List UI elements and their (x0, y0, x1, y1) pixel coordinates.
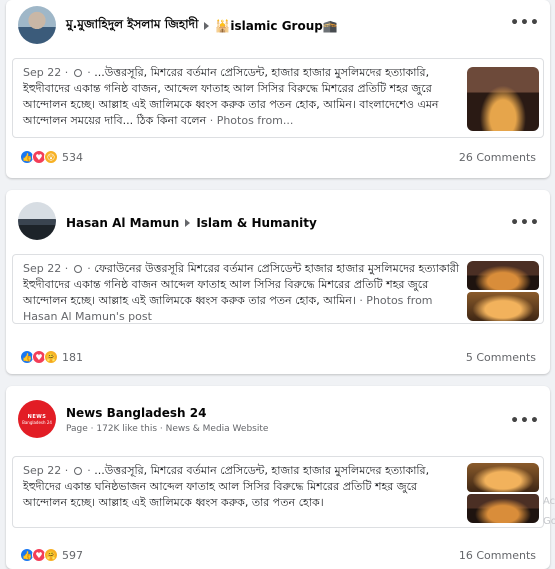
post-date[interactable]: Sep 22 (23, 262, 61, 275)
separator: · (87, 66, 91, 79)
post-text-block: Sep 22 · · ...উত্তরসূরি, মিশরের বর্তমান … (23, 65, 463, 129)
comments-count[interactable]: 5 Comments (466, 351, 536, 364)
reaction-count: 597 (62, 548, 83, 562)
reactions-summary[interactable]: 👍 ♥ 🤗 597 (20, 548, 83, 562)
author-avatar[interactable] (18, 6, 56, 44)
group-name[interactable]: 🕌islamic Group🕋 (215, 19, 337, 33)
care-reaction-icon: 🤗 (44, 350, 58, 364)
more-options-button[interactable]: ••• (510, 410, 539, 432)
post-thumbnail[interactable] (467, 261, 539, 321)
post-card: NEWS Bangladesh 24 News Bangladesh 24 Pa… (6, 386, 550, 569)
comments-count[interactable]: 16 Comments (459, 549, 536, 562)
post-header: মু.মুজাহিদুল ইসলাম জিহাদী 🕌islamic Group… (66, 16, 338, 36)
reaction-count: 181 (62, 350, 83, 364)
photo[interactable] (467, 261, 539, 290)
group-name[interactable]: Islam & Humanity (196, 216, 317, 230)
page-name[interactable]: News Bangladesh 24 (66, 406, 206, 420)
caret-right-icon (185, 219, 191, 227)
globe-icon (73, 265, 82, 273)
separator: · (87, 464, 91, 477)
page-info: Page · 172K like this · News & Media Web… (66, 424, 269, 434)
reaction-count: 534 (62, 150, 83, 164)
wow-reaction-icon: 😮 (44, 150, 58, 164)
care-reaction-icon: 🤗 (44, 548, 58, 562)
globe-icon (73, 467, 82, 475)
side-watermark-text: Ac Go (543, 496, 555, 527)
post-preview[interactable]: Sep 22 · · ...উত্তরসূরি, মিশরের বর্তমান … (12, 58, 544, 138)
more-options-button[interactable]: ••• (510, 12, 539, 34)
post-text-block: Sep 22 · · ফেরাউনের উত্তরসূরি মিশরের বর্… (23, 261, 463, 325)
globe-icon (73, 69, 82, 77)
separator: · (64, 464, 69, 477)
avatar-logo-text: Bangladesh 24 (22, 419, 52, 425)
post-source[interactable]: · Photos from... (210, 114, 294, 127)
reactions-summary[interactable]: 👍 ♥ 😮 534 (20, 150, 83, 164)
post-card: Hasan Al Mamun Islam & Humanity ••• Sep … (6, 190, 550, 374)
post-preview[interactable]: Sep 22 · · ফেরাউনের উত্তরসূরি মিশরের বর্… (12, 254, 544, 324)
author-avatar[interactable] (18, 202, 56, 240)
more-options-button[interactable]: ••• (510, 212, 539, 234)
post-card: মু.মুজাহিদুল ইসলাম জিহাদী 🕌islamic Group… (6, 0, 550, 178)
caret-right-icon (204, 22, 210, 30)
separator: · (64, 66, 69, 79)
separator: · (64, 262, 69, 275)
author-name[interactable]: মু.মুজাহিদুল ইসলাম জিহাদী (66, 16, 198, 36)
post-date[interactable]: Sep 22 (23, 464, 61, 477)
page-avatar[interactable]: NEWS Bangladesh 24 (18, 400, 56, 438)
photo[interactable] (467, 292, 539, 321)
photo[interactable] (467, 494, 539, 523)
comments-count[interactable]: 26 Comments (459, 151, 536, 164)
author-name[interactable]: Hasan Al Mamun (66, 216, 179, 230)
post-thumbnail[interactable] (467, 463, 539, 523)
post-date[interactable]: Sep 22 (23, 66, 61, 79)
post-preview[interactable]: Sep 22 · · ...উত্তরসূরি, মিশরের বর্তমান … (12, 456, 544, 528)
post-text-block: Sep 22 · · ...উত্তরসূরি, মিশরের বর্তমান … (23, 463, 463, 511)
separator: · (87, 262, 91, 275)
post-header: News Bangladesh 24 (66, 406, 206, 420)
reactions-summary[interactable]: 👍 ♥ 🤗 181 (20, 350, 83, 364)
photo[interactable] (467, 463, 539, 492)
post-header: Hasan Al Mamun Islam & Humanity (66, 216, 317, 230)
post-thumbnail[interactable] (467, 67, 539, 131)
post-text: ...উত্তরসূরি, মিশরের বর্তমান প্রেসিডেন্ট… (23, 464, 430, 509)
